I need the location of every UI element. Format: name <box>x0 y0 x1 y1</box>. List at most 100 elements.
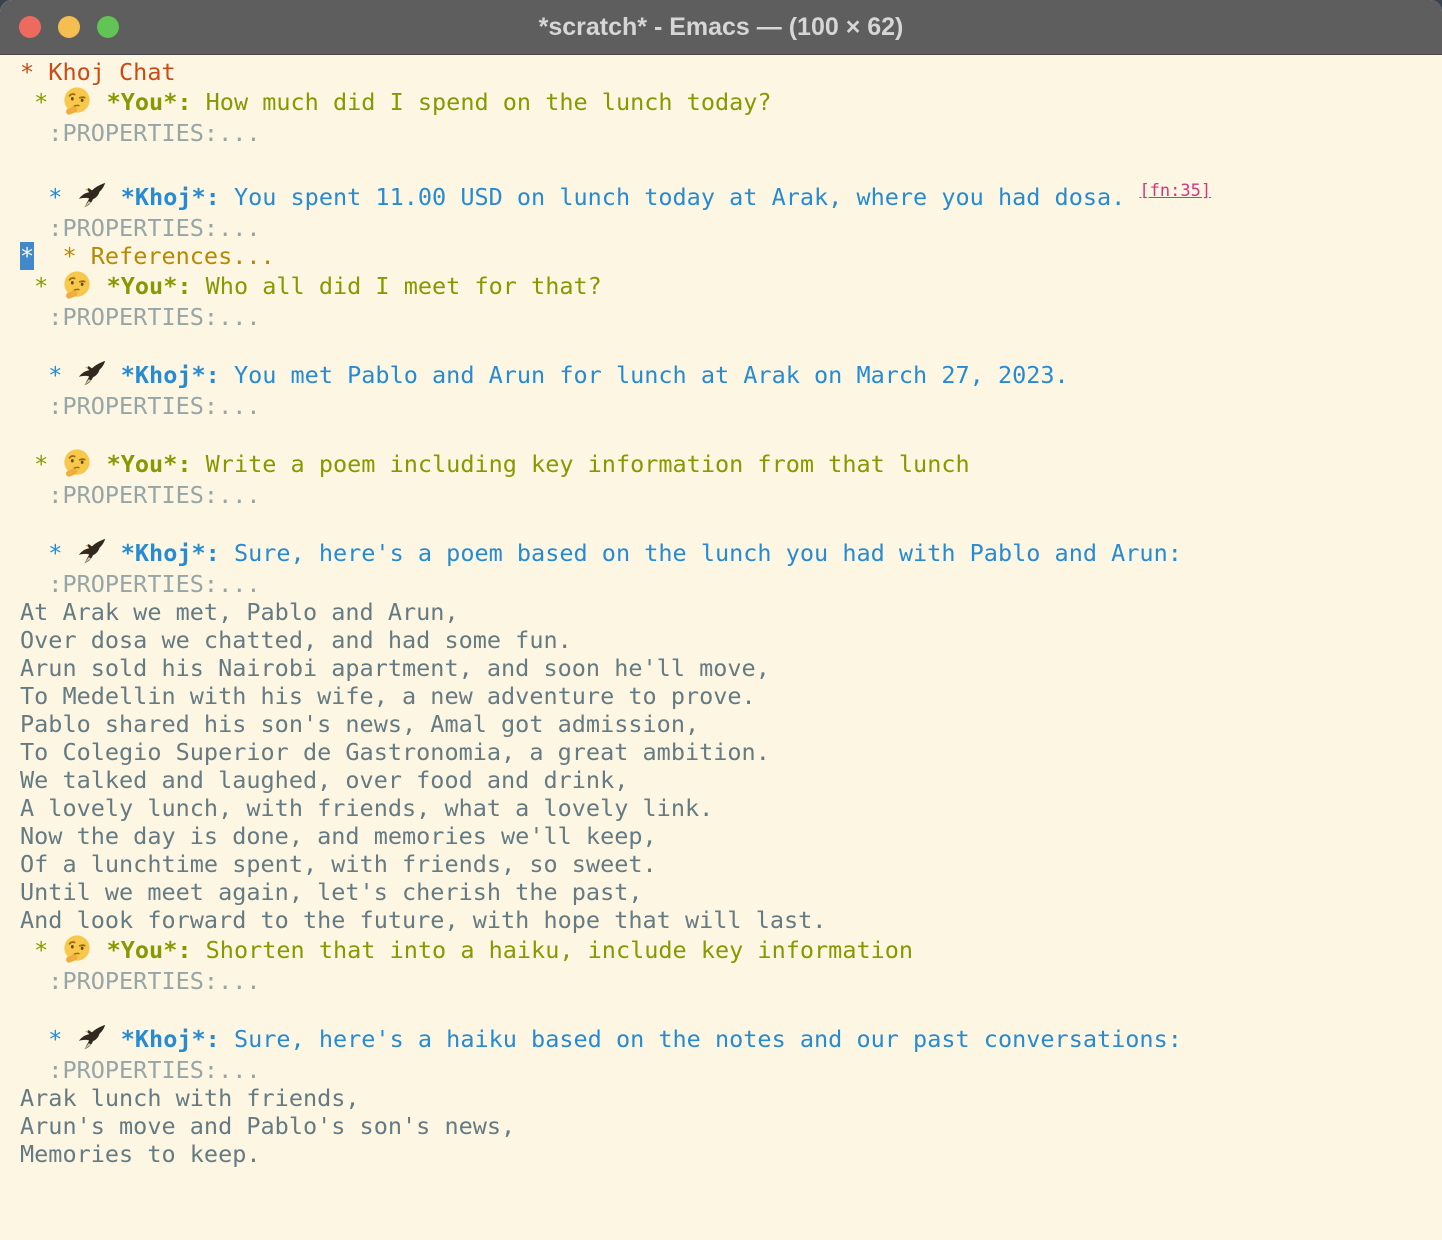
chat-message-khoj-2-text: * <box>20 361 77 389</box>
references-heading-text: * References... <box>62 242 274 270</box>
chat-message-khoj-3[interactable]: * *Khoj*: Sure, here's a poem based on t… <box>20 537 1442 570</box>
properties-drawer-text: :PROPERTIES:... <box>20 967 261 995</box>
chat-message-khoj-4-text: *Khoj*: <box>121 1025 220 1053</box>
properties-drawer[interactable]: :PROPERTIES:... <box>20 570 1442 598</box>
chat-message-you-2-text <box>92 272 106 300</box>
chat-message-khoj-2-text <box>107 361 121 389</box>
poem-line: Now the day is done, and memories we'll … <box>20 822 1442 850</box>
thinking-face-icon <box>62 270 92 303</box>
footnote-link[interactable]: [fn:35] <box>1139 181 1211 201</box>
chat-message-you-2-text: * <box>20 272 62 300</box>
chat-message-you-2[interactable]: * *You*: Who all did I meet for that? <box>20 270 1442 303</box>
chat-message-khoj-3-text: *Khoj*: <box>121 539 220 567</box>
properties-drawer[interactable]: :PROPERTIES:... <box>20 967 1442 995</box>
poem-line-text: Pablo shared his son's news, Amal got ad… <box>20 710 699 738</box>
poem-line: A lovely lunch, with friends, what a lov… <box>20 794 1442 822</box>
traffic-lights <box>19 16 119 38</box>
thinking-face-icon <box>62 934 92 967</box>
properties-drawer[interactable]: :PROPERTIES:... <box>20 392 1442 420</box>
properties-drawer[interactable]: :PROPERTIES:... <box>20 1056 1442 1084</box>
blank-line <box>20 995 1442 1023</box>
poem-line-text: Over dosa we chatted, and had some fun. <box>20 626 572 654</box>
chat-message-you-4-text <box>92 936 106 964</box>
chat-message-khoj-1-text <box>107 183 121 211</box>
chat-message-you-4[interactable]: * *You*: Shorten that into a haiku, incl… <box>20 934 1442 967</box>
properties-drawer[interactable]: :PROPERTIES:... <box>20 481 1442 509</box>
close-button[interactable] <box>19 16 41 38</box>
chat-message-you-1-text: *You*: <box>107 88 192 116</box>
chat-message-khoj-1-text: *Khoj*: <box>121 183 220 211</box>
chat-message-you-3-text: * <box>20 450 62 478</box>
poem-line-text: We talked and laughed, over food and dri… <box>20 766 628 794</box>
poem-line: Arun sold his Nairobi apartment, and soo… <box>20 654 1442 682</box>
properties-drawer-text: :PROPERTIES:... <box>20 119 261 147</box>
chat-message-khoj-1[interactable]: * *Khoj*: You spent 11.00 USD on lunch t… <box>20 175 1442 214</box>
properties-drawer[interactable]: :PROPERTIES:... <box>20 119 1442 147</box>
title-bar[interactable]: *scratch* - Emacs — (100 × 62) <box>0 0 1442 55</box>
blank-line <box>20 420 1442 448</box>
chat-message-khoj-4-text: * <box>20 1025 77 1053</box>
poem-line: Of a lunchtime spent, with friends, so s… <box>20 850 1442 878</box>
poem-line-text: Now the day is done, and memories we'll … <box>20 822 657 850</box>
chat-message-you-1[interactable]: * *You*: How much did I spend on the lun… <box>20 86 1442 119</box>
buffer[interactable]: * Khoj Chat * *You*: How much did I spen… <box>0 55 1442 1168</box>
poem-line-text: Arun sold his Nairobi apartment, and soo… <box>20 654 770 682</box>
haiku-line: Arun's move and Pablo's son's news, <box>20 1112 1442 1140</box>
properties-drawer-text: :PROPERTIES:... <box>20 481 261 509</box>
chat-message-khoj-4-text <box>107 1025 121 1053</box>
minimize-button[interactable] <box>58 16 80 38</box>
haiku-line-text: Arak lunch with friends, <box>20 1084 360 1112</box>
eagle-icon <box>77 181 107 214</box>
org-heading-khoj-chat[interactable]: * Khoj Chat <box>20 58 1442 86</box>
eagle-icon <box>77 1023 107 1056</box>
chat-message-khoj-3-text: * <box>20 539 77 567</box>
chat-message-khoj-1-text: You spent 11.00 USD on lunch today at Ar… <box>220 183 1140 211</box>
poem-line-text: Until we meet again, let's cherish the p… <box>20 878 643 906</box>
poem-line-text: To Medellin with his wife, a new adventu… <box>20 682 756 710</box>
chat-message-khoj-4[interactable]: * *Khoj*: Sure, here's a haiku based on … <box>20 1023 1442 1056</box>
chat-message-khoj-3-text: Sure, here's a poem based on the lunch y… <box>220 539 1182 567</box>
properties-drawer-text: :PROPERTIES:... <box>20 570 261 598</box>
properties-drawer-text: :PROPERTIES:... <box>20 392 261 420</box>
org-heading-khoj-chat-text: * Khoj Chat <box>20 58 176 86</box>
chat-message-khoj-2-text: *Khoj*: <box>121 361 220 389</box>
poem-line: We talked and laughed, over food and dri… <box>20 766 1442 794</box>
text-cursor: * <box>20 242 34 270</box>
poem-line: Over dosa we chatted, and had some fun. <box>20 626 1442 654</box>
eagle-icon <box>77 537 107 570</box>
poem-line: At Arak we met, Pablo and Arun, <box>20 598 1442 626</box>
poem-line-text: At Arak we met, Pablo and Arun, <box>20 598 459 626</box>
properties-drawer[interactable]: :PROPERTIES:... <box>20 214 1442 242</box>
poem-line: And look forward to the future, with hop… <box>20 906 1442 934</box>
haiku-line-text: Arun's move and Pablo's son's news, <box>20 1112 515 1140</box>
blank-line <box>20 509 1442 537</box>
chat-message-you-1-text: * <box>20 88 62 116</box>
thinking-face-icon <box>62 86 92 119</box>
chat-message-you-3[interactable]: * *You*: Write a poem including key info… <box>20 448 1442 481</box>
poem-line: To Colegio Superior de Gastronomia, a gr… <box>20 738 1442 766</box>
eagle-icon <box>77 359 107 392</box>
poem-line-text: To Colegio Superior de Gastronomia, a gr… <box>20 738 770 766</box>
chat-message-you-1-text: How much did I spend on the lunch today? <box>192 88 772 116</box>
properties-drawer[interactable]: :PROPERTIES:... <box>20 303 1442 331</box>
zoom-button[interactable] <box>97 16 119 38</box>
chat-message-you-1-text <box>92 88 106 116</box>
poem-line-text: Of a lunchtime spent, with friends, so s… <box>20 850 657 878</box>
chat-message-you-4-text: *You*: <box>107 936 192 964</box>
properties-drawer-text: :PROPERTIES:... <box>20 214 261 242</box>
haiku-line: Arak lunch with friends, <box>20 1084 1442 1112</box>
blank-line <box>20 331 1442 359</box>
chat-message-you-2-text: Who all did I meet for that? <box>192 272 602 300</box>
haiku-line-text: Memories to keep. <box>20 1140 261 1168</box>
properties-drawer-text: :PROPERTIES:... <box>20 303 261 331</box>
chat-message-you-3-text: *You*: <box>107 450 192 478</box>
poem-line-text: A lovely lunch, with friends, what a lov… <box>20 794 713 822</box>
poem-line: To Medellin with his wife, a new adventu… <box>20 682 1442 710</box>
chat-message-khoj-2[interactable]: * *Khoj*: You met Pablo and Arun for lun… <box>20 359 1442 392</box>
chat-message-khoj-2-text: You met Pablo and Arun for lunch at Arak… <box>220 361 1069 389</box>
chat-message-you-3-text: Write a poem including key information f… <box>192 450 970 478</box>
properties-drawer-text: :PROPERTIES:... <box>20 1056 261 1084</box>
references-heading-text <box>34 242 62 270</box>
references-heading[interactable]: * * References... <box>20 242 1442 270</box>
thinking-face-icon <box>62 448 92 481</box>
